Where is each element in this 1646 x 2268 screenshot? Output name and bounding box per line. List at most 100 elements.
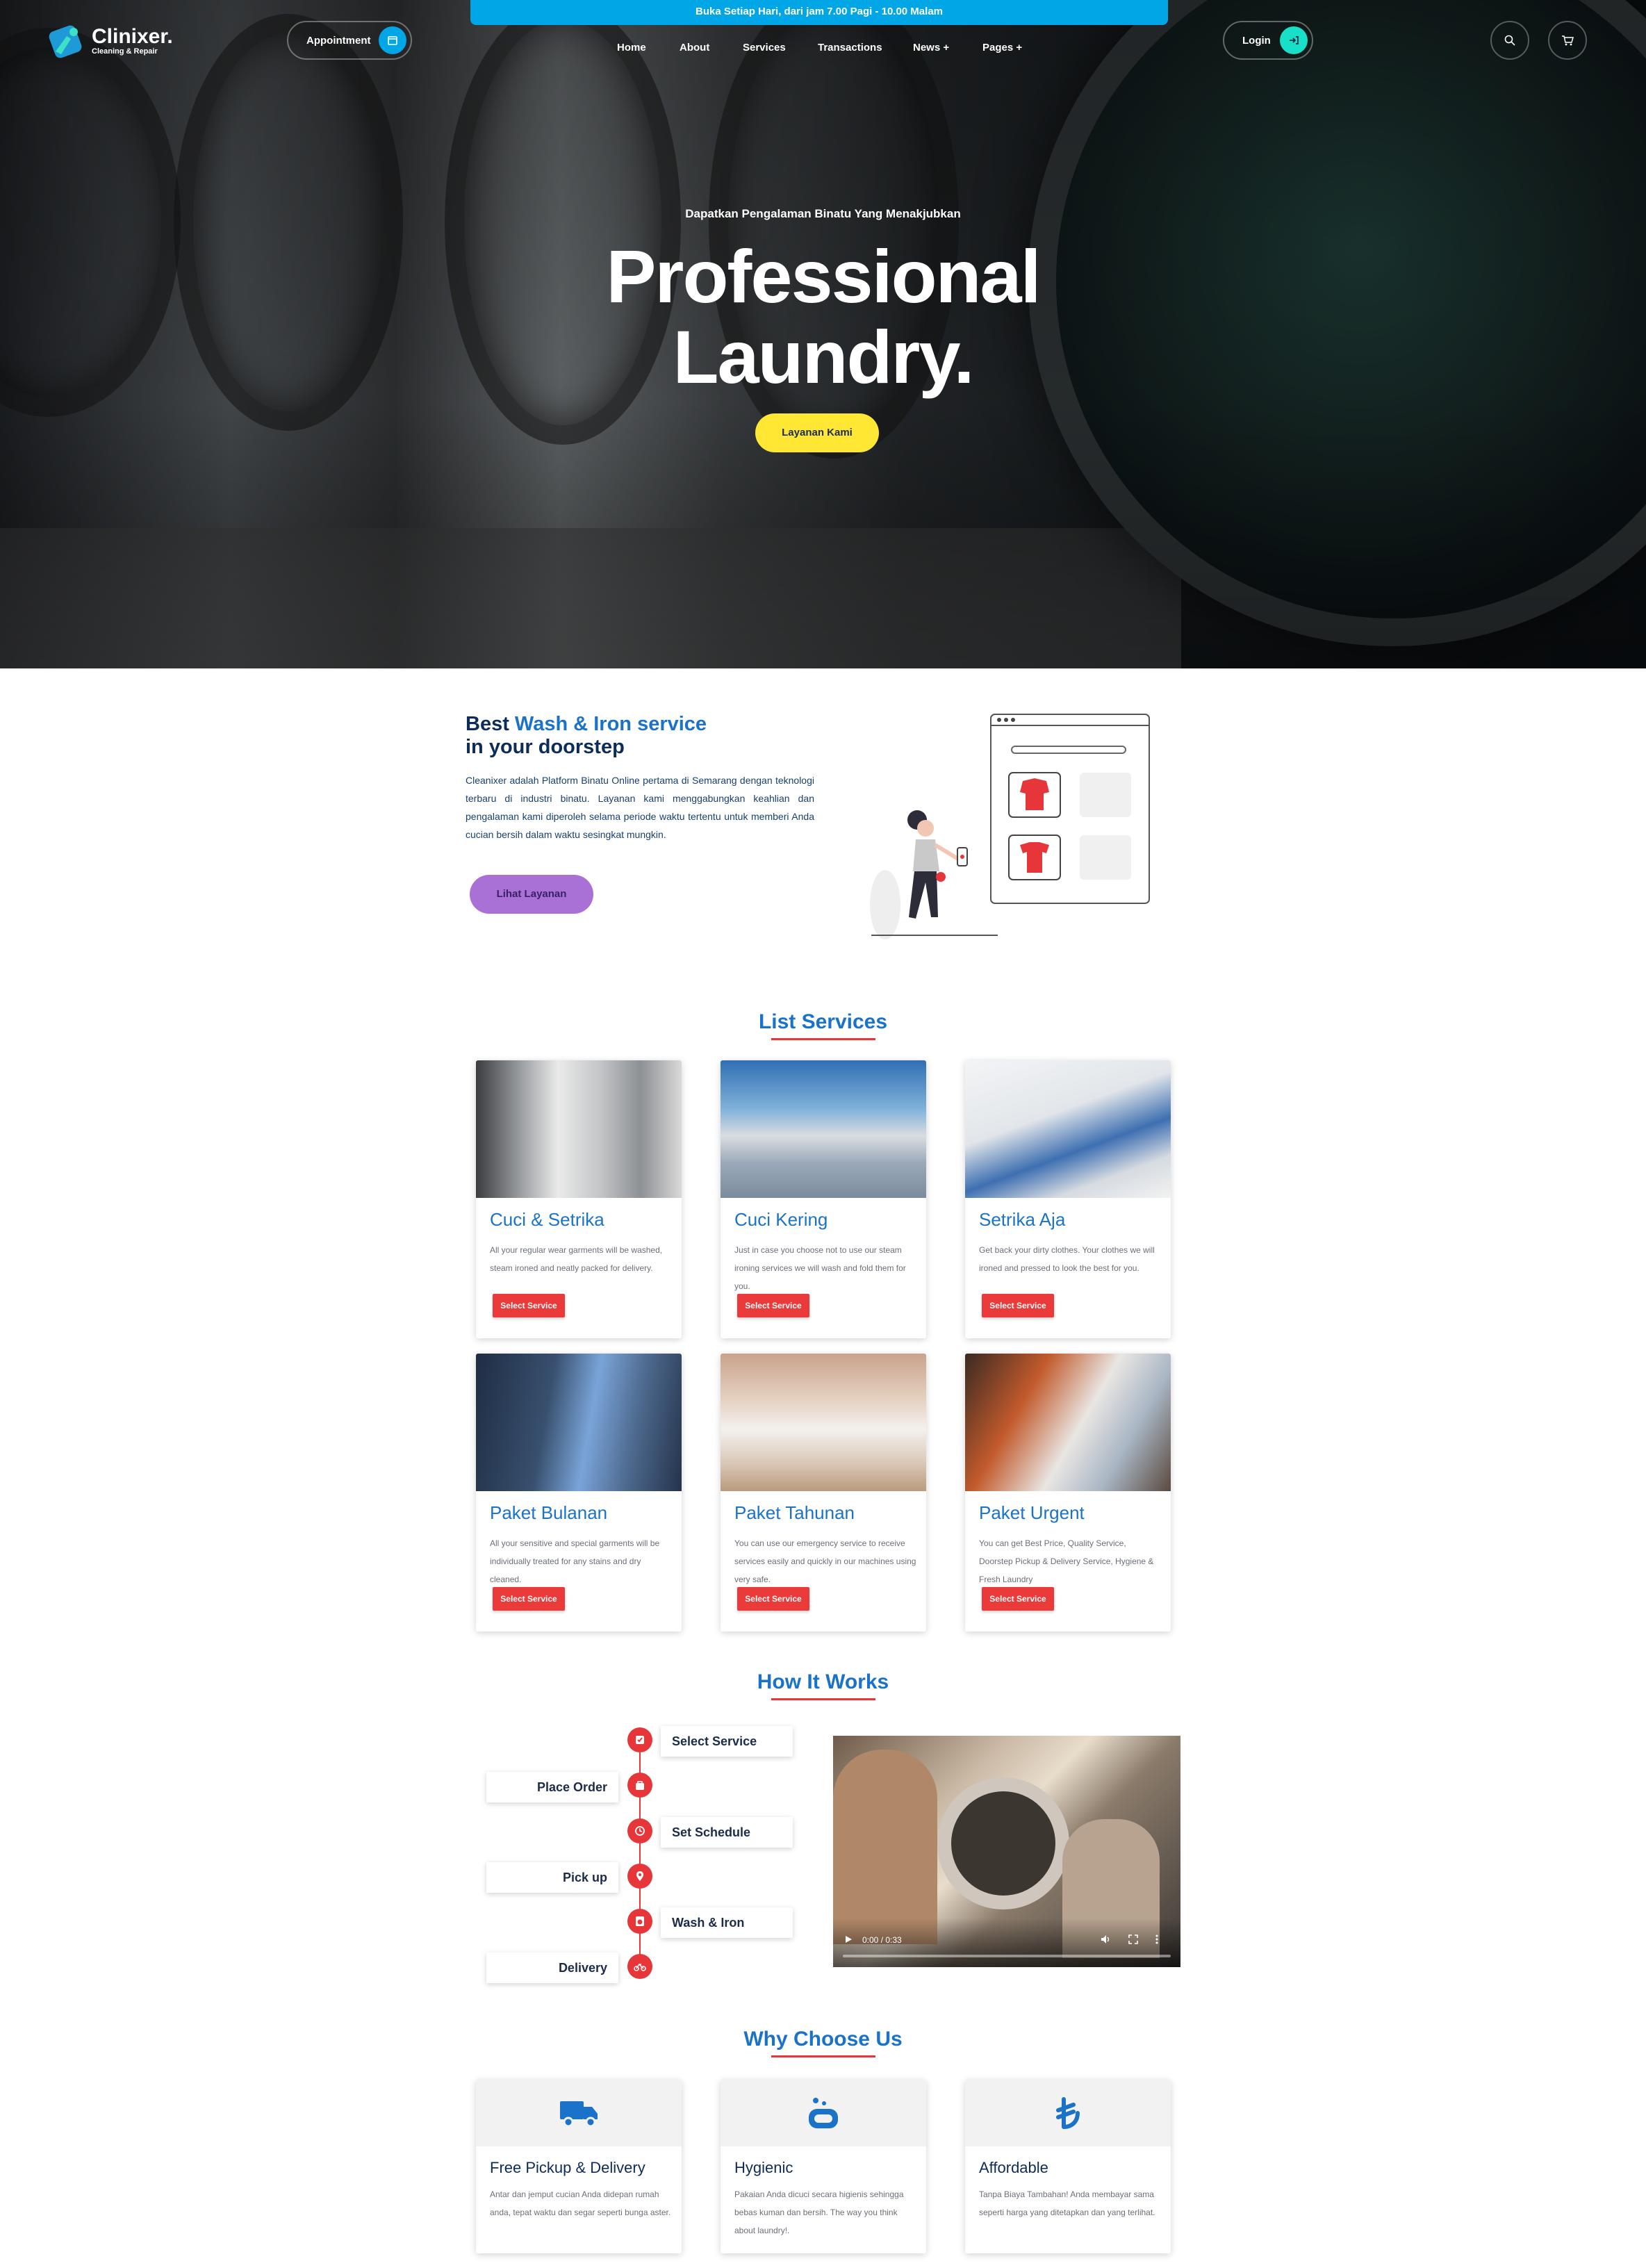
cart-button[interactable] [1548, 21, 1587, 60]
nav-home[interactable]: Home [617, 42, 646, 54]
intro-text: Cleanixer adalah Platform Binatu Online … [466, 775, 814, 840]
feature-icon-area [721, 2080, 926, 2146]
video-time: 0:00 / 0:33 [862, 1935, 902, 1945]
login-icon [1280, 26, 1308, 54]
search-icon [1504, 35, 1515, 46]
how-it-works-video[interactable]: 0:00 / 0:33 [833, 1736, 1180, 1967]
feature-card: Free Pickup & Delivery Antar dan jemput … [476, 2080, 682, 2253]
select-service-button[interactable]: Select Service [982, 1294, 1054, 1317]
title-underline [771, 1698, 875, 1700]
login-label: Login [1242, 34, 1271, 47]
more-options-icon[interactable] [1154, 1934, 1160, 1945]
services-title-text: List Services [758, 1010, 888, 1033]
volume-icon[interactable] [1100, 1934, 1111, 1945]
feature-title: Hygienic [734, 2159, 793, 2176]
brand-logo[interactable]: Clinixer. Cleaning & Repair [46, 21, 173, 61]
video-progress-bar[interactable] [843, 1955, 1171, 1957]
service-desc: You can get Best Price, Quality Service,… [979, 1538, 1154, 1584]
feature-desc: Tanpa Biaya Tambahan! Anda membayar sama… [979, 2189, 1155, 2217]
feature-desc: Pakaian Anda dicuci secara higienis sehi… [734, 2189, 904, 2235]
service-image [476, 1354, 682, 1491]
title-underline [771, 1038, 875, 1040]
our-services-button[interactable]: Layanan Kami [755, 413, 879, 452]
hand-logo-icon [49, 25, 82, 58]
step-select-service: Select Service [661, 1726, 793, 1757]
service-desc: Get back your dirty clothes. Your clothe… [979, 1245, 1155, 1273]
select-service-button[interactable]: Select Service [737, 1587, 809, 1611]
nav-pages[interactable]: Pages + [982, 42, 1022, 54]
step-label: Place Order [536, 1780, 607, 1794]
appointment-button[interactable]: Appointment [287, 21, 412, 60]
step-dot-check-icon [627, 1727, 652, 1752]
service-title: Cuci & Setrika [490, 1209, 604, 1230]
nav-services[interactable]: Services [743, 42, 786, 54]
service-title: Paket Urgent [979, 1502, 1085, 1523]
feature-icon-area [476, 2080, 682, 2146]
why-title-text: Why Choose Us [743, 2028, 903, 2051]
hero-subtitle: Dapatkan Pengalaman Binatu Yang Menakjub… [685, 207, 961, 220]
intro-title-prefix: Best [466, 713, 515, 735]
service-title: Paket Tahunan [734, 1502, 855, 1523]
nav-news[interactable]: News + [913, 42, 949, 54]
service-card: Paket Tahunan You can use our emergency … [721, 1354, 926, 1632]
select-service-button[interactable]: Select Service [493, 1294, 565, 1317]
title-underline [771, 2055, 875, 2057]
feature-card: Affordable Tanpa Biaya Tambahan! Anda me… [965, 2080, 1171, 2253]
login-button[interactable]: Login [1223, 21, 1313, 60]
services-title: List Services [0, 1010, 1646, 1040]
service-desc: Just in case you choose not to use our s… [734, 1245, 906, 1291]
step-label: Pick up [562, 1871, 607, 1884]
select-service-button[interactable]: Select Service [982, 1587, 1054, 1611]
intro-title-highlight: Wash & Iron service [514, 713, 707, 735]
step-label: Set Schedule [672, 1825, 751, 1839]
play-icon[interactable] [844, 1935, 853, 1944]
cart-icon [1562, 35, 1574, 46]
brand-tagline: Cleaning & Repair [92, 47, 158, 56]
service-card: Paket Urgent You can get Best Price, Qua… [965, 1354, 1171, 1632]
search-button[interactable] [1490, 21, 1529, 60]
service-image [965, 1060, 1171, 1198]
service-image [476, 1060, 682, 1198]
how-title-text: How It Works [757, 1670, 889, 1693]
service-title: Cuci Kering [734, 1209, 828, 1230]
service-card: Cuci Kering Just in case you choose not … [721, 1060, 926, 1338]
feature-card: Hygienic Pakaian Anda dicuci secara higi… [721, 2080, 926, 2253]
step-dot-bag-icon [627, 1773, 652, 1798]
soap-icon [809, 2098, 838, 2128]
select-service-button[interactable]: Select Service [493, 1587, 565, 1611]
hero-title-line2: Laundry. [673, 315, 974, 399]
service-image [721, 1354, 926, 1491]
feature-title: Free Pickup & Delivery [490, 2159, 645, 2176]
service-title: Paket Bulanan [490, 1502, 608, 1523]
view-services-button[interactable]: Lihat Layanan [470, 875, 593, 914]
step-label: Delivery [558, 1961, 607, 1975]
step-dot-washer-icon [627, 1909, 652, 1934]
truck-icon [560, 2101, 598, 2128]
service-image [965, 1354, 1171, 1491]
intro-title-line2: in your doorstep [466, 736, 625, 758]
step-label: Wash & Iron [672, 1916, 745, 1930]
select-service-button[interactable]: Select Service [737, 1294, 809, 1317]
service-card: Cuci & Setrika All your regular wear gar… [476, 1060, 682, 1338]
step-pick-up: Pick up [486, 1862, 618, 1893]
service-desc: All your regular wear garments will be w… [490, 1245, 663, 1273]
hero-title-line1: Professional [606, 234, 1041, 318]
service-title: Setrika Aja [979, 1209, 1066, 1230]
fullscreen-icon[interactable] [1128, 1934, 1139, 1945]
service-desc: You can use our emergency service to rec… [734, 1538, 916, 1584]
calendar-icon [379, 26, 406, 54]
feature-icon-area [965, 2080, 1171, 2146]
service-desc: All your sensitive and special garments … [490, 1538, 660, 1584]
hero-section: Buka Setiap Hari, dari jam 7.00 Pagi - 1… [0, 0, 1646, 668]
video-frame-washer [937, 1777, 1069, 1909]
brand-name: Clinixer. [92, 25, 173, 48]
nav-about[interactable]: About [680, 42, 709, 54]
nav-transactions[interactable]: Transactions [818, 42, 882, 54]
hero-title: Professional Laundry. [0, 236, 1646, 397]
step-label: Select Service [672, 1734, 757, 1748]
why-title: Why Choose Us [0, 2028, 1646, 2057]
feature-title: Affordable [979, 2159, 1048, 2176]
feature-desc: Antar dan jemput cucian Anda didepan rum… [490, 2189, 671, 2217]
step-place-order: Place Order [486, 1772, 618, 1802]
step-dot-clock-icon [627, 1818, 652, 1843]
